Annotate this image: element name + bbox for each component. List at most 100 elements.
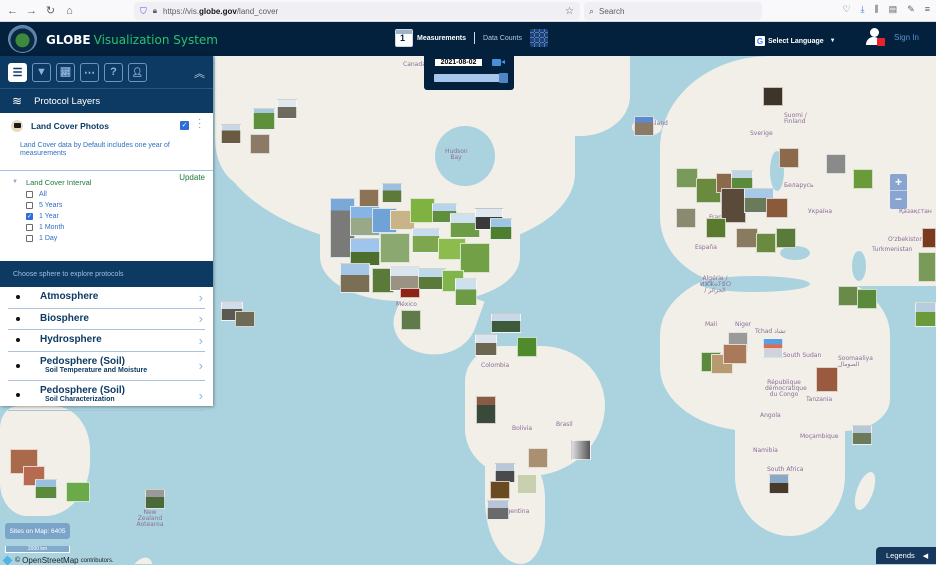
date-input[interactable]: 2021-08-02 bbox=[434, 58, 483, 67]
interval-option[interactable]: 5 Years bbox=[26, 200, 213, 211]
photo-marker[interactable] bbox=[491, 313, 521, 333]
photo-marker[interactable] bbox=[915, 302, 936, 327]
map-label-turkmenistan: Turkmenistan bbox=[872, 246, 913, 253]
interval-option[interactable]: All bbox=[26, 189, 213, 200]
measurements-tab[interactable]: Measurements bbox=[417, 35, 466, 42]
photo-marker[interactable] bbox=[476, 396, 496, 424]
photo-marker[interactable] bbox=[634, 116, 654, 136]
globe-logo[interactable] bbox=[8, 25, 37, 53]
photo-marker[interactable] bbox=[816, 367, 838, 392]
photo-cluster-west-africa[interactable] bbox=[701, 332, 751, 377]
photo-marker[interactable] bbox=[277, 99, 297, 119]
time-slider-thumb[interactable] bbox=[499, 73, 508, 83]
photo-marker[interactable] bbox=[487, 500, 509, 520]
interval-checkbox[interactable] bbox=[26, 191, 33, 198]
interval-checkbox[interactable] bbox=[26, 202, 33, 209]
photo-marker[interactable] bbox=[235, 311, 255, 327]
time-slider-track[interactable] bbox=[434, 74, 508, 82]
legends-button[interactable]: Legends ◀ bbox=[876, 547, 936, 564]
sphere-item[interactable]: Biosphere › bbox=[8, 309, 205, 330]
photo-marker[interactable] bbox=[517, 474, 537, 494]
map-label-kazakhstan: Қазақстан bbox=[899, 208, 932, 215]
help-tool-button[interactable]: ? bbox=[104, 62, 123, 82]
interval-option[interactable]: ✓ 1 Year bbox=[26, 211, 213, 222]
photo-marker[interactable] bbox=[495, 463, 515, 483]
layer-visibility-checkbox[interactable]: ✓ bbox=[180, 121, 189, 130]
photo-cluster-usa[interactable] bbox=[330, 198, 513, 308]
home-icon[interactable]: ⌂ bbox=[60, 5, 79, 17]
interval-option-label: 1 Year bbox=[39, 213, 59, 220]
extension-icon[interactable]: ✎ bbox=[907, 4, 915, 15]
sphere-item[interactable]: Hydrosphere › bbox=[8, 330, 205, 352]
map-label-bolivia: Bolivia bbox=[512, 425, 533, 432]
photo-marker[interactable] bbox=[853, 169, 873, 189]
photo-marker[interactable] bbox=[221, 124, 241, 144]
photo-marker[interactable] bbox=[838, 286, 858, 306]
sphere-item[interactable]: Pedosphere (Soil) Soil Characterization › bbox=[8, 381, 205, 411]
map-label-south-africa: South Africa bbox=[767, 466, 804, 473]
browser-search-input[interactable]: ⌕ Search bbox=[584, 2, 762, 20]
photo-marker[interactable] bbox=[475, 334, 497, 356]
interval-checkbox[interactable]: ✓ bbox=[26, 213, 33, 220]
photo-marker[interactable] bbox=[145, 489, 165, 509]
layers-tool-button[interactable]: ☰ bbox=[8, 62, 27, 82]
account-tool-button[interactable]: 👤︎ bbox=[128, 62, 147, 82]
photo-marker[interactable] bbox=[918, 252, 936, 282]
photo-marker[interactable] bbox=[250, 134, 270, 154]
back-icon[interactable]: ← bbox=[3, 5, 22, 17]
update-button[interactable]: Update bbox=[179, 173, 205, 182]
photo-marker[interactable] bbox=[490, 481, 510, 499]
photo-marker[interactable] bbox=[253, 108, 275, 130]
photo-marker[interactable] bbox=[852, 425, 872, 445]
forward-icon[interactable]: → bbox=[22, 5, 41, 17]
photo-marker[interactable] bbox=[769, 474, 789, 494]
data-counts-tab[interactable]: Data Counts bbox=[483, 35, 522, 42]
bullet-icon bbox=[16, 295, 20, 300]
zoom-out-button[interactable]: − bbox=[890, 191, 907, 208]
download-icon[interactable]: ⤓ bbox=[861, 4, 865, 15]
photo-marker[interactable] bbox=[763, 338, 783, 358]
photo-marker[interactable] bbox=[571, 440, 591, 460]
sphere-item[interactable]: Atmosphere › bbox=[8, 287, 205, 309]
language-select[interactable]: G Select Language ▼ bbox=[755, 36, 836, 46]
sphere-name: Hydrosphere bbox=[40, 334, 102, 346]
interval-checkbox[interactable] bbox=[26, 235, 33, 242]
chevron-right-icon: › bbox=[198, 358, 203, 374]
pocket-icon[interactable]: ♡ bbox=[842, 4, 850, 15]
more-tool-button[interactable]: ⋯ bbox=[80, 62, 99, 82]
photo-marker[interactable] bbox=[401, 310, 421, 330]
photo-marker[interactable] bbox=[528, 448, 548, 468]
reload-icon[interactable]: ↻ bbox=[41, 4, 60, 17]
photo-marker[interactable] bbox=[779, 148, 799, 168]
interval-checkbox[interactable] bbox=[26, 224, 33, 231]
sphere-item[interactable]: Pedosphere (Soil) Soil Temperature and Mo… bbox=[8, 352, 205, 381]
photo-marker[interactable] bbox=[763, 87, 783, 106]
photo-marker[interactable] bbox=[922, 228, 936, 248]
land-cover-interval: ▼ Land Cover Interval Update All 5 Years ✓… bbox=[0, 171, 213, 261]
collapse-icon[interactable]: ︽ bbox=[194, 65, 205, 81]
caspian-sea bbox=[852, 251, 866, 281]
photo-marker[interactable] bbox=[826, 154, 846, 174]
photo-marker[interactable] bbox=[857, 289, 877, 309]
url-bar[interactable]: ⛉ 🔒︎ https://vis.globe.gov/land_cover ☆ bbox=[134, 2, 580, 20]
photo-marker[interactable] bbox=[35, 479, 57, 499]
sign-in-link[interactable]: Sign In bbox=[894, 33, 919, 42]
chart-tool-button[interactable]: 📈︎ bbox=[56, 62, 75, 82]
bookmark-star-icon[interactable]: ☆ bbox=[565, 6, 574, 17]
reader-icon[interactable]: ▤ bbox=[889, 4, 898, 15]
interval-option[interactable]: 1 Month bbox=[26, 222, 213, 233]
interval-option[interactable]: 1 Day bbox=[26, 233, 213, 244]
photo-cluster-europe[interactable] bbox=[676, 168, 806, 278]
filter-tool-button[interactable]: ▼ bbox=[32, 62, 51, 82]
photo-marker[interactable] bbox=[66, 482, 90, 502]
map-label-mali: Mali bbox=[705, 321, 718, 328]
video-camera-icon[interactable] bbox=[492, 59, 501, 66]
data-counts-calendar-icon[interactable] bbox=[529, 29, 548, 47]
zoom-in-button[interactable]: + bbox=[890, 174, 907, 191]
user-lock-icon[interactable] bbox=[866, 28, 885, 48]
menu-icon[interactable]: ≡ bbox=[925, 4, 930, 15]
photo-marker[interactable] bbox=[517, 337, 537, 357]
layers-icon: ☰ bbox=[12, 66, 23, 79]
library-icon[interactable]: ⫼ bbox=[875, 4, 879, 15]
kebab-menu-icon[interactable]: · · · bbox=[198, 115, 201, 133]
